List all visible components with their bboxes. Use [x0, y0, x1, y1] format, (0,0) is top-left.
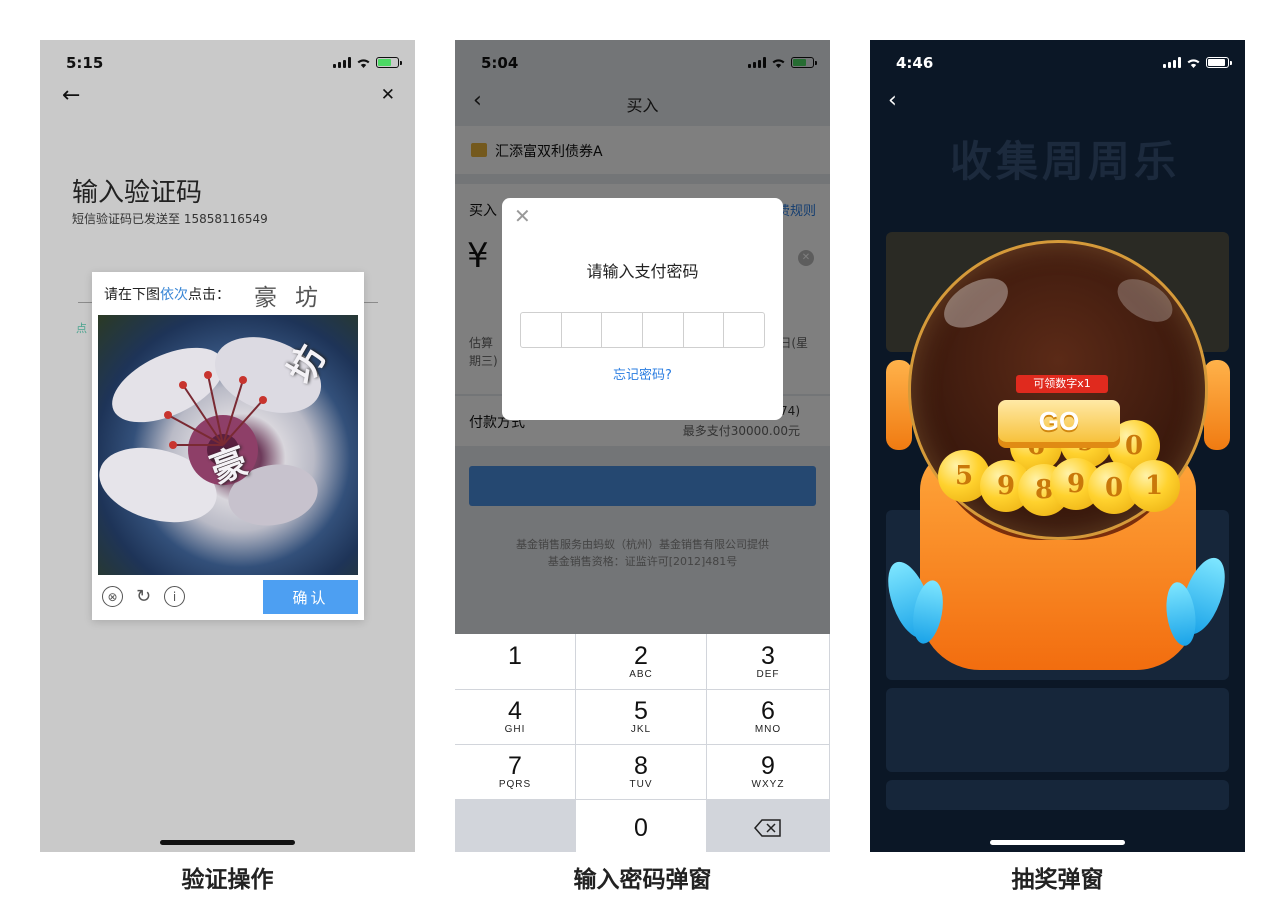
key-letters: MNO	[754, 724, 782, 735]
go-button[interactable]: GO	[998, 400, 1120, 442]
cellular-signal-icon	[1163, 57, 1181, 68]
machine-ear-right	[1204, 360, 1230, 450]
page-title: 输入验证码	[72, 178, 203, 208]
key-number: 5	[634, 697, 648, 725]
captcha-tools: ⊗ ↻ i	[102, 586, 185, 607]
cellular-signal-icon	[333, 57, 351, 68]
wifi-icon	[1187, 59, 1200, 68]
key-number: 9	[761, 752, 775, 780]
caption-lottery: 抽奖弹窗	[1011, 867, 1104, 893]
key-9[interactable]: 9 WXYZ	[707, 745, 830, 799]
password-digit-box	[724, 313, 764, 347]
delete-key[interactable]	[707, 800, 830, 852]
info-icon[interactable]: i	[164, 586, 185, 607]
status-time: 4:46	[896, 54, 934, 72]
password-digit-box	[562, 313, 603, 347]
home-indicator	[990, 840, 1125, 845]
key-0[interactable]: 0	[576, 800, 707, 852]
close-circle-icon[interactable]: ⊗	[102, 586, 123, 607]
hint-text: 点	[76, 322, 87, 335]
key-1[interactable]: 1	[455, 634, 576, 689]
modal-title: 请输入支付密码	[586, 262, 699, 281]
key-letters: GHI	[504, 724, 526, 735]
status-bar: 4:46	[870, 40, 1245, 84]
key-number: 6	[761, 697, 775, 725]
key-number: 8	[634, 752, 648, 780]
key-letters: WXYZ	[751, 779, 785, 790]
key-2[interactable]: 2 ABC	[576, 634, 707, 689]
key-number: 3	[761, 641, 775, 670]
battery-icon	[376, 57, 402, 68]
password-modal: ✕ 请输入支付密码 忘记密码?	[502, 198, 783, 420]
phone-verification: 5:15 ← ✕ 输入验证码 短信验证码已发送至 15858116549 点 请…	[40, 40, 415, 852]
key-letters: DEF	[756, 668, 780, 680]
number-coins: 6 9 0 5 9 8 9 0 1	[938, 416, 1190, 530]
key-blank	[455, 800, 576, 852]
key-number: 7	[508, 752, 522, 780]
password-digit-box	[643, 313, 684, 347]
key-number: 0	[634, 813, 648, 842]
status-icons	[333, 57, 402, 68]
background-card	[886, 780, 1229, 810]
key-number: 4	[508, 697, 522, 725]
back-chevron-icon[interactable]: ‹	[888, 88, 897, 113]
captcha-dialog: 请在下图依次点击： 豪坊 坊 豪 ⊗ ↻ i 确认	[92, 272, 364, 620]
numeric-keypad: 1 2 ABC 3 DEF 4 GHI 5 JKL 6 MNO 7 PQRS 8 TUV 9W…	[455, 634, 830, 852]
key-letters: PQRS	[498, 779, 532, 790]
password-input[interactable]	[520, 312, 765, 348]
confirm-button[interactable]: 确认	[263, 580, 358, 614]
prompt-text-end: 点击：	[188, 287, 230, 303]
phone-password: 5:04 ‹ 买入 汇添富双利债券A 买入 费规则 ¥ 5 ✕ 估算 日(星 期…	[455, 40, 830, 852]
password-digit-box	[521, 313, 562, 347]
key-letters: JKL	[630, 724, 652, 735]
backspace-icon	[754, 818, 781, 837]
caption-verification: 验证操作	[181, 867, 274, 893]
password-digit-box	[602, 313, 644, 347]
forgot-password-link[interactable]: 忘记密码?	[502, 364, 783, 383]
key-4[interactable]: 4 GHI	[455, 690, 576, 744]
back-arrow-icon[interactable]: ←	[62, 83, 80, 108]
key-5[interactable]: 5 JKL	[576, 690, 707, 744]
background-card	[886, 688, 1229, 772]
prompt-highlight: 依次	[160, 287, 188, 303]
password-digit-box	[684, 313, 725, 347]
key-letters: TUV	[629, 779, 653, 790]
available-count-tag: 可领数字x1	[1016, 375, 1108, 393]
captcha-image[interactable]: 坊 豪	[98, 315, 358, 575]
captcha-target-characters: 豪坊	[254, 285, 336, 311]
key-letters: ABC	[629, 668, 653, 680]
key-number: 2	[634, 641, 648, 670]
home-indicator	[160, 840, 295, 845]
background-title: 收集周周乐	[950, 137, 1181, 186]
coin: 1	[1128, 460, 1180, 512]
close-icon[interactable]: ✕	[514, 204, 531, 228]
key-3[interactable]: 3 DEF	[707, 634, 830, 689]
key-6[interactable]: 6 MNO	[707, 690, 830, 744]
status-time: 5:15	[66, 54, 104, 72]
key-7[interactable]: 7 PQRS	[455, 745, 576, 799]
refresh-icon[interactable]: ↻	[133, 586, 154, 607]
caption-password: 输入密码弹窗	[573, 867, 712, 893]
phone-lottery: 4:46 ‹ 收集周周乐 6 9 0 5 9 8 9 0 1 可领数字x1 GO	[870, 40, 1245, 852]
sms-sent-subtitle: 短信验证码已发送至 15858116549	[72, 212, 268, 226]
key-8[interactable]: 8 TUV	[576, 745, 707, 799]
status-bar: 5:15	[40, 40, 415, 84]
status-icons	[1163, 57, 1232, 68]
prompt-text: 请在下图	[104, 287, 160, 303]
captcha-prompt: 请在下图依次点击：	[104, 284, 230, 304]
battery-icon	[1206, 57, 1232, 68]
wifi-icon	[357, 59, 370, 68]
close-icon[interactable]: ✕	[381, 85, 395, 105]
key-number: 1	[508, 641, 522, 670]
